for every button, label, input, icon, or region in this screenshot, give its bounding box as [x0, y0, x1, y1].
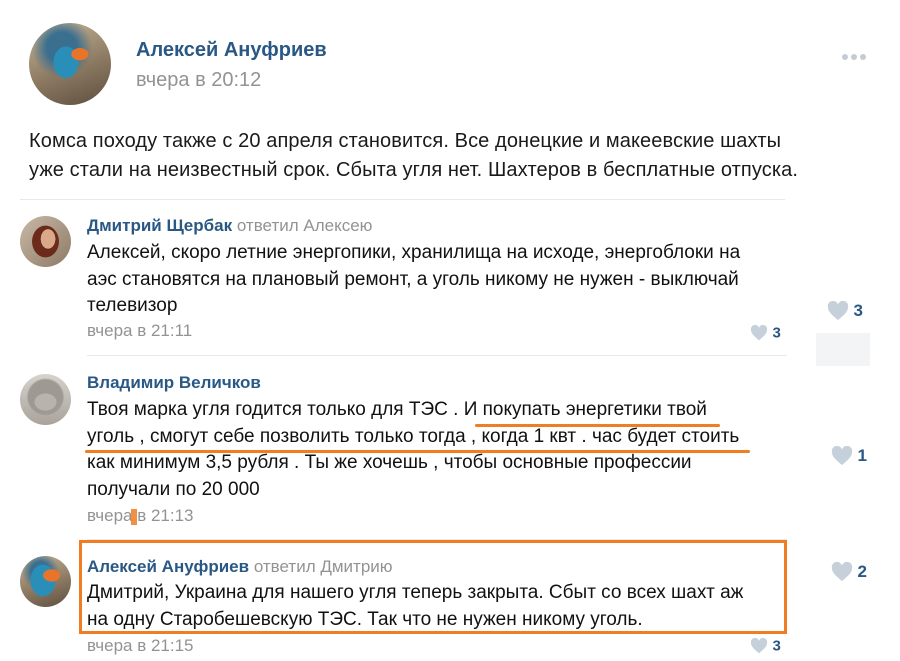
like-count: 1 [857, 446, 867, 465]
comment-like-button[interactable]: 3 [750, 324, 781, 342]
comment-text-line: как минимум 3,5 рубля . Ты же хочешь , ч… [87, 452, 692, 473]
comment-avatar[interactable] [20, 374, 71, 425]
like-count: 3 [772, 324, 781, 342]
comment-header: Дмитрий Щербак ответил Алексею [87, 215, 372, 237]
side-like-button[interactable]: 1 [831, 446, 867, 466]
annotation-underline [475, 424, 720, 427]
like-count: 3 [772, 637, 781, 655]
comment-text-line: аэс становятся на плановый ремонт, а уго… [87, 268, 739, 290]
like-count: 2 [857, 562, 867, 581]
comment-reply-to[interactable]: ответил Алексею [237, 216, 373, 235]
heart-icon [827, 301, 849, 321]
comment-text-line: получали по 20 000 [87, 478, 260, 500]
side-like-button[interactable]: 3 [827, 301, 863, 321]
like-count: 3 [853, 301, 863, 320]
annotation-highlight-box [79, 540, 787, 634]
comment-time[interactable]: вчера в 21:11 [87, 321, 192, 341]
heart-icon [831, 446, 853, 466]
comment-avatar[interactable] [20, 556, 71, 607]
comment-text-line: телевизор [87, 295, 178, 316]
comment-time[interactable]: вчера в 21:13 [87, 506, 194, 526]
comment-avatar[interactable] [20, 216, 71, 267]
post-author-name[interactable]: Алексей Ануфриев [136, 38, 327, 62]
annotation-mark [131, 509, 137, 525]
comment-author[interactable]: Владимир Величков [87, 373, 261, 392]
heart-icon [750, 637, 768, 654]
side-panel-block [816, 333, 870, 366]
side-like-button[interactable]: 2 [831, 562, 867, 582]
comment-text-line: Алексей, скоро летние энергопики, хранил… [87, 242, 741, 263]
comments-separator [20, 199, 785, 200]
post-time[interactable]: вчера в 20:12 [136, 68, 261, 92]
more-options-icon[interactable] [842, 47, 872, 60]
annotation-underline [85, 450, 750, 453]
comment-author[interactable]: Дмитрий Щербак [87, 216, 232, 235]
comment-time[interactable]: вчера в 21:15 [87, 636, 194, 656]
comment-text: Алексей, скоро летние энергопики, хранил… [87, 240, 787, 320]
comment-text-line: Твоя марка угля годится только для ТЭС .… [87, 399, 707, 420]
post-text-line: Комса походу также с 20 апреля становитс… [29, 130, 782, 152]
post-text: Комса походу также с 20 апреля становитс… [29, 127, 889, 185]
heart-icon [831, 562, 853, 582]
comment-like-button[interactable]: 3 [750, 637, 781, 655]
comment-header: Владимир Величков [87, 372, 261, 394]
comment-text-line: уголь , смогут себе позволить только тог… [87, 425, 740, 447]
comment-separator [87, 355, 787, 356]
post-author-avatar[interactable] [29, 23, 111, 105]
post-text-line: уже стали на неизвестный срок. Сбыта угл… [29, 159, 798, 181]
heart-icon [750, 324, 768, 341]
